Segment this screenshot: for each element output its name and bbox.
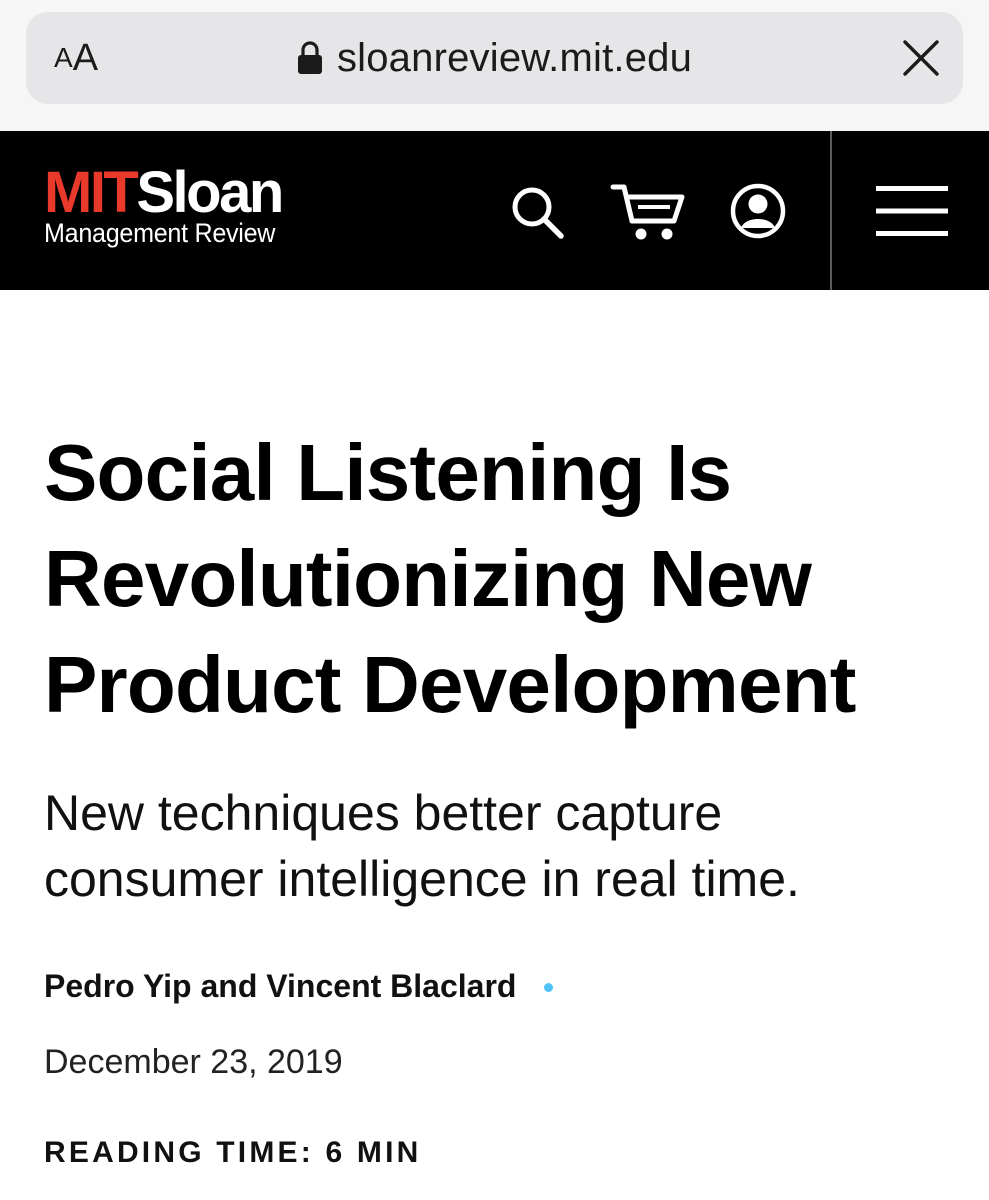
- close-button[interactable]: [901, 38, 941, 78]
- cart-icon: [610, 181, 686, 243]
- url-display[interactable]: sloanreview.mit.edu: [26, 12, 963, 104]
- article-date: December 23, 2019: [44, 1043, 343, 1081]
- cart-button[interactable]: [610, 181, 686, 243]
- header-divider: [830, 131, 832, 290]
- account-icon: [729, 182, 787, 240]
- menu-button[interactable]: [876, 185, 948, 237]
- logo-subtitle: Management Review: [44, 218, 276, 248]
- lock-icon: [297, 41, 323, 75]
- article-headline: Social Listening Is Revolutionizing New …: [44, 428, 856, 729]
- account-button[interactable]: [729, 182, 787, 240]
- article-authors[interactable]: Pedro Yip and Vincent Blaclard: [44, 968, 516, 1005]
- byline-separator-dot: [544, 983, 554, 992]
- reading-time: READING TIME: 6 MIN: [44, 1136, 422, 1169]
- search-icon: [508, 183, 566, 241]
- search-button[interactable]: [508, 183, 566, 241]
- mit-sloan-logo[interactable]: MITSloan Management Review: [44, 164, 344, 248]
- site-header: MITSloan Management Review: [0, 131, 989, 290]
- url-text: sloanreview.mit.edu: [336, 35, 693, 80]
- article-header: Social Listening Is Revolutionizing New …: [44, 420, 964, 912]
- logo-sloan: Sloan: [136, 160, 284, 225]
- browser-chrome: AA sloanreview.mit.edu: [0, 0, 989, 131]
- logo-wordmark: MITSloan: [44, 164, 344, 222]
- byline-row: Pedro Yip and Vincent Blaclard: [44, 968, 554, 1005]
- close-icon: [901, 38, 941, 78]
- logo-mit: MIT: [44, 160, 139, 225]
- article-deck: New techniques better capture consumer i…: [44, 785, 800, 907]
- menu-icon: [876, 185, 948, 237]
- address-bar[interactable]: AA sloanreview.mit.edu: [26, 12, 963, 104]
